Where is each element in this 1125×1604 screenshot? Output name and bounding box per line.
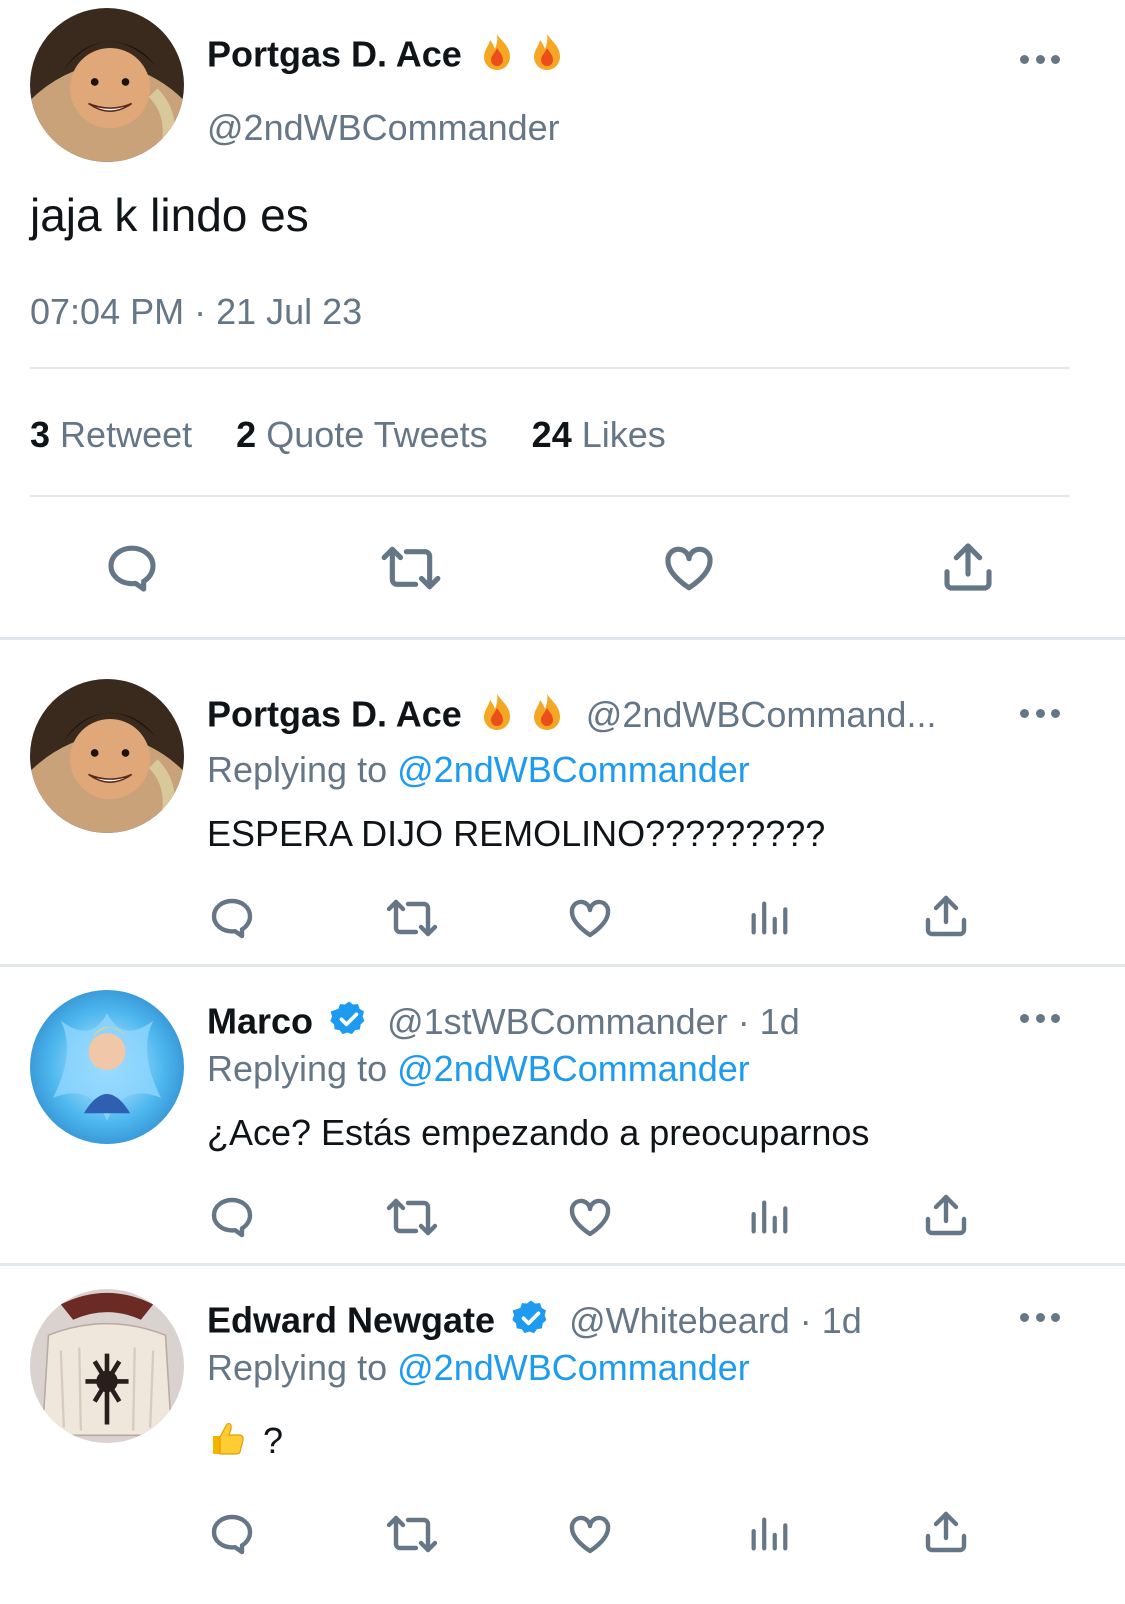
tweet-text: jaja k lindo es: [30, 189, 309, 241]
retweet-icon[interactable]: [384, 1510, 440, 1558]
avatar-image: [30, 679, 184, 833]
replying-prefix: Replying to: [207, 1347, 388, 1388]
analytics-icon[interactable]: [746, 894, 792, 940]
replying-prefix: Replying to: [207, 749, 388, 790]
reply-icon[interactable]: [104, 540, 160, 596]
section-divider: [0, 637, 1125, 640]
section-divider: [0, 1263, 1125, 1266]
more-options-icon[interactable]: [1020, 52, 1060, 66]
quotes-count: 2: [236, 414, 257, 455]
quotes-label: Quote Tweets: [266, 414, 488, 455]
tweet-stats: 3 Retweet 2 Quote Tweets 24 Likes: [30, 413, 666, 457]
fire-emoji: [530, 692, 564, 742]
author-handle[interactable]: @Whitebeard · 1d: [569, 1300, 862, 1341]
author-handle[interactable]: @2ndWBCommander: [207, 106, 560, 150]
share-icon[interactable]: [922, 1508, 970, 1556]
author-handle[interactable]: @2ndWBCommand...: [586, 694, 937, 735]
analytics-icon[interactable]: [746, 1510, 792, 1556]
reply-icon[interactable]: [208, 1193, 256, 1241]
avatar[interactable]: [30, 1289, 184, 1443]
retweet-icon[interactable]: [384, 894, 440, 942]
share-icon[interactable]: [940, 538, 996, 596]
fire-emoji: [480, 692, 514, 742]
retweets-stat[interactable]: 3 Retweet: [30, 414, 192, 455]
more-options-icon[interactable]: [1020, 706, 1060, 720]
share-icon[interactable]: [922, 1191, 970, 1239]
author-name[interactable]: Portgas D. Ace: [207, 34, 462, 75]
analytics-icon[interactable]: [746, 1193, 792, 1239]
retweet-icon[interactable]: [378, 540, 444, 596]
avatar[interactable]: [30, 990, 184, 1144]
fire-emoji: [530, 32, 564, 82]
tweet-timestamp[interactable]: 07:04 PM · 21 Jul 23: [30, 290, 362, 334]
author-handle[interactable]: @1stWBCommander · 1d: [387, 1001, 800, 1042]
replying-to: Replying to @2ndWBCommander: [207, 748, 750, 792]
author-name[interactable]: Edward Newgate: [207, 1300, 495, 1341]
likes-stat[interactable]: 24 Likes: [532, 414, 666, 455]
more-options-icon[interactable]: [1020, 1310, 1060, 1324]
share-icon[interactable]: [922, 892, 970, 940]
reply-icon[interactable]: [208, 894, 256, 942]
reply-icon[interactable]: [208, 1510, 256, 1558]
divider: [30, 367, 1070, 369]
tweet-text: ¿Ace? Estás empezando a preocuparnos: [207, 1112, 870, 1153]
tweet-text-row: ?: [207, 1418, 283, 1468]
avatar[interactable]: [30, 8, 184, 162]
retweet-icon[interactable]: [384, 1193, 440, 1241]
verified-badge-icon: [329, 999, 369, 1049]
replying-prefix: Replying to: [207, 1048, 388, 1089]
replying-handle-link[interactable]: @2ndWBCommander: [397, 749, 750, 790]
quotes-stat[interactable]: 2 Quote Tweets: [236, 414, 488, 455]
retweets-label: Retweet: [60, 414, 193, 455]
author-name[interactable]: Portgas D. Ace: [207, 694, 462, 735]
replying-handle-link[interactable]: @2ndWBCommander: [397, 1347, 750, 1388]
divider: [30, 495, 1070, 497]
author-name[interactable]: Marco: [207, 1001, 313, 1042]
avatar-image: [30, 1289, 184, 1443]
fire-emoji: [480, 32, 514, 82]
retweets-count: 3: [30, 414, 51, 455]
like-icon[interactable]: [566, 1193, 614, 1241]
avatar-image: [30, 990, 184, 1144]
replying-to: Replying to @2ndWBCommander: [207, 1346, 750, 1390]
like-icon[interactable]: [566, 894, 614, 942]
verified-badge-icon: [511, 1298, 551, 1348]
section-divider: [0, 964, 1125, 967]
replying-handle-link[interactable]: @2ndWBCommander: [397, 1048, 750, 1089]
likes-count: 24: [531, 414, 572, 455]
more-options-icon[interactable]: [1020, 1011, 1060, 1025]
avatar-image: [30, 8, 184, 162]
likes-label: Likes: [581, 414, 666, 455]
tweet-text: ESPERA DIJO REMOLINO?????????: [207, 813, 826, 854]
thumbs-up-emoji: [207, 1418, 247, 1468]
replying-to: Replying to @2ndWBCommander: [207, 1047, 750, 1091]
tweet-text: ?: [263, 1419, 284, 1461]
like-icon[interactable]: [660, 540, 718, 596]
like-icon[interactable]: [566, 1510, 614, 1558]
avatar[interactable]: [30, 679, 184, 833]
